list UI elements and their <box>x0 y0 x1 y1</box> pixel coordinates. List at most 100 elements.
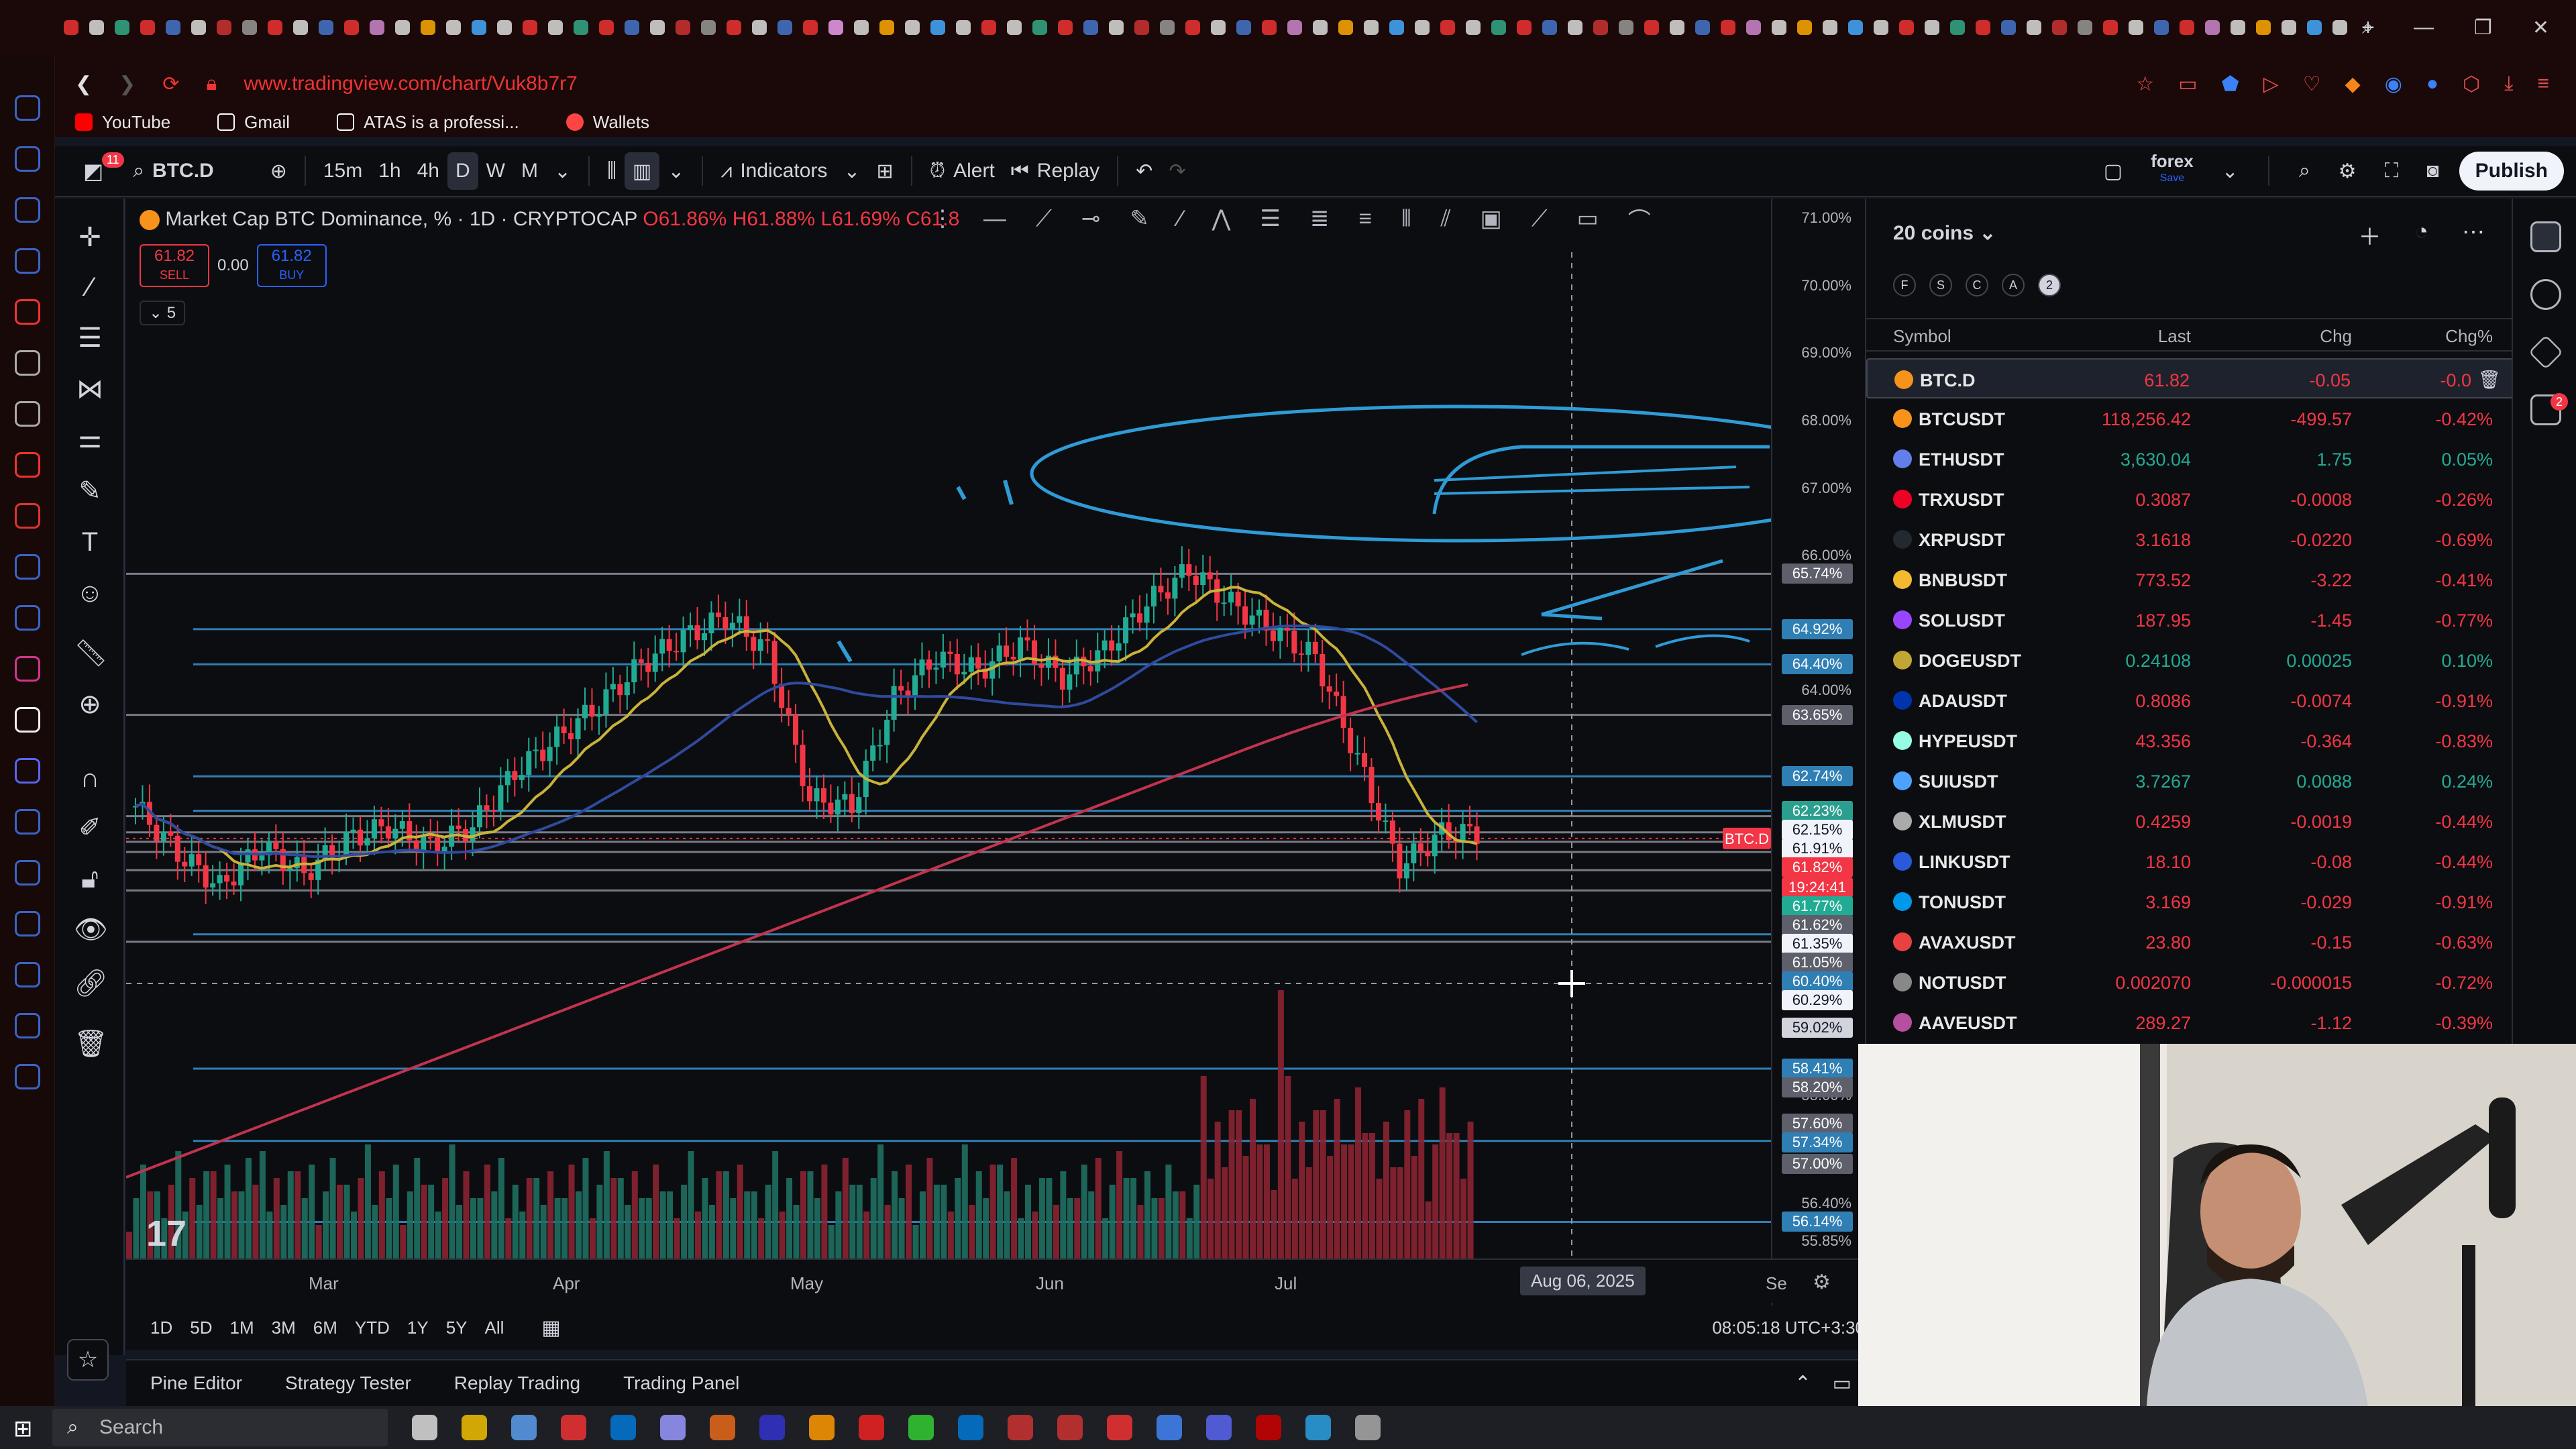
browser-tab-favicon[interactable] <box>1517 20 1532 35</box>
browser-tab-favicon[interactable] <box>1440 20 1455 35</box>
alerts-clock-icon[interactable] <box>2530 279 2561 310</box>
app-icon[interactable] <box>1107 1415 1132 1440</box>
side-panel-app-icon[interactable] <box>15 605 40 631</box>
candles-style-button[interactable]: ▥ <box>624 152 660 190</box>
back-icon[interactable]: ❮ <box>75 72 92 96</box>
watchlist-filter-chip[interactable]: S <box>1929 274 1952 297</box>
browser-tab-favicon[interactable] <box>1083 20 1098 35</box>
browser-tab-favicon[interactable] <box>2282 20 2296 35</box>
browser-tab-favicon[interactable] <box>166 20 180 35</box>
path-tool-icon[interactable]: ⋀ <box>1212 205 1231 232</box>
interval-4h[interactable]: 4h <box>409 152 447 190</box>
interval-15m[interactable]: 15m <box>315 152 370 190</box>
browser-tab-favicon[interactable] <box>2129 20 2143 35</box>
watchlist-filter-chip[interactable]: 2 <box>2038 274 2061 297</box>
browser-tab-favicon[interactable] <box>1925 20 1939 35</box>
side-panel-app-icon[interactable] <box>15 452 40 478</box>
chart-type-dropdown[interactable]: ⌄ <box>659 152 692 190</box>
browser-tab-favicon[interactable] <box>1772 20 1786 35</box>
browser-tab-favicon[interactable] <box>1823 20 1837 35</box>
browser-tab-favicon[interactable] <box>1007 20 1022 35</box>
windows-start-icon[interactable]: ⊞ <box>13 1415 33 1442</box>
gann-tool-icon[interactable]: ⫴ <box>1401 206 1411 232</box>
side-panel-app-icon[interactable] <box>15 401 40 427</box>
browser-tab-favicon[interactable] <box>752 20 767 35</box>
browser-tab-favicon[interactable] <box>1848 20 1863 35</box>
browser-tab-favicon[interactable] <box>1542 20 1557 35</box>
go-to-date-icon[interactable]: ▦ <box>541 1316 560 1340</box>
magnet-icon[interactable]: ∩ <box>74 762 106 794</box>
browser-tab-favicon[interactable] <box>2205 20 2220 35</box>
browser-tab-favicon[interactable] <box>1466 20 1481 35</box>
col-chg[interactable]: Chg <box>2320 326 2352 347</box>
callout-tool-icon[interactable]: ▭ <box>1577 205 1599 232</box>
browser-tab-favicon[interactable] <box>981 20 996 35</box>
indicator-templates-dropdown[interactable]: ⌄ <box>835 152 868 190</box>
browser-tab-favicon[interactable] <box>1976 20 1990 35</box>
app-icon[interactable] <box>1355 1415 1381 1440</box>
replay-button[interactable]: ⏮︎ Replay <box>1003 152 1108 190</box>
emoji-icon[interactable]: ☺ <box>74 577 106 609</box>
browser-tab-favicon[interactable] <box>1032 20 1047 35</box>
watchlist-row[interactable]: XLMUSDT 0.4259 -0.0019 -0.44% <box>1866 801 2513 841</box>
browser-tab-favicon[interactable] <box>191 20 206 35</box>
bar-style-button[interactable]: ⫼ <box>599 152 625 190</box>
app-icon[interactable] <box>859 1415 884 1440</box>
chart-canvas[interactable]: BTC.D <box>126 199 1771 1258</box>
chrome-icon[interactable] <box>561 1415 586 1440</box>
browser-tab-favicon[interactable] <box>217 20 231 35</box>
browser-tab-favicon[interactable] <box>650 20 665 35</box>
curve-tool-icon[interactable]: ⌒ <box>1628 203 1651 235</box>
reload-icon[interactable]: ⟳ <box>162 72 179 96</box>
heart-icon[interactable]: ♡ <box>2303 72 2321 96</box>
browser-tab-favicon[interactable] <box>803 20 818 35</box>
watchlist-row[interactable]: XRPUSDT 3.1618 -0.0220 -0.69% <box>1866 519 2513 559</box>
text-icon[interactable]: T <box>74 526 106 558</box>
file-explorer-icon[interactable] <box>462 1415 487 1440</box>
browser-tab-favicon[interactable] <box>395 20 410 35</box>
browser-tab-favicon[interactable] <box>1211 20 1226 35</box>
browser-tab-favicon[interactable] <box>676 20 690 35</box>
watchlist-filter-chip[interactable]: F <box>1893 274 1916 297</box>
browser-tab-favicon[interactable] <box>242 20 257 35</box>
side-panel-app-icon[interactable] <box>15 860 40 885</box>
sell-button[interactable]: 61.82 SELL <box>140 244 209 287</box>
zoom-in-icon[interactable]: ⊕ <box>74 688 106 720</box>
side-panel-app-icon[interactable] <box>15 95 40 121</box>
side-panel-app-icon[interactable] <box>15 299 40 325</box>
browser-tab-favicon[interactable] <box>1109 20 1124 35</box>
buy-button[interactable]: 61.82 BUY <box>256 244 327 287</box>
browser-tab-favicon[interactable] <box>905 20 920 35</box>
interval-D[interactable]: D <box>447 152 478 190</box>
lock-icon[interactable]: 🔓︎ <box>74 863 106 895</box>
browser-tab-favicon[interactable] <box>1364 20 1379 35</box>
trendline-icon[interactable]: ⁄ <box>74 271 106 303</box>
add-symbol-icon[interactable]: ＋ <box>2358 219 2381 252</box>
telegram-icon[interactable] <box>1305 1415 1331 1440</box>
bookmark-atas[interactable]: ATAS is a professi... <box>337 112 519 133</box>
browser-tab-favicon[interactable] <box>497 20 512 35</box>
browser-tab-favicon[interactable] <box>1491 20 1506 35</box>
wallet-extension-icon[interactable]: ● <box>2426 72 2438 96</box>
range-6m[interactable]: 6M <box>313 1318 337 1338</box>
undo-button[interactable]: ↶ <box>1128 152 1161 190</box>
browser-tab-favicon[interactable] <box>523 20 537 35</box>
favorites-star-button[interactable]: ☆ <box>67 1339 109 1381</box>
fullscreen-button[interactable]: ⛶ <box>2377 152 2407 190</box>
app-icon[interactable] <box>1008 1415 1033 1440</box>
range-5d[interactable]: 5D <box>190 1318 212 1338</box>
watchlist-row[interactable]: ETHUSDT 3,630.04 1.75 0.05% <box>1866 439 2513 479</box>
reader-icon[interactable]: ▭ <box>2178 72 2197 96</box>
browser-tab-favicon[interactable] <box>2180 20 2194 35</box>
watchlist-row[interactable]: 🗑︎ BTC.D 61.82 -0.05 -0.0 <box>1866 358 2513 398</box>
chart-pane[interactable]: BTC.D Market Cap BTC Dominance, % · 1D ·… <box>126 199 1865 1305</box>
watchlist-icon[interactable] <box>2530 221 2561 252</box>
browser-tab-favicon[interactable] <box>2332 20 2347 35</box>
watchlist-row[interactable]: BTCUSDT 118,256.42 -499.57 -0.42% <box>1866 398 2513 439</box>
collapse-panel-icon[interactable]: ⌃ <box>1794 1372 1811 1395</box>
app-icon[interactable] <box>958 1415 983 1440</box>
browser-tab-favicon[interactable] <box>956 20 971 35</box>
app-icon[interactable] <box>1256 1415 1281 1440</box>
browser-tab-favicon[interactable] <box>1950 20 1965 35</box>
snapshot-button[interactable]: ◙ <box>2419 152 2447 190</box>
